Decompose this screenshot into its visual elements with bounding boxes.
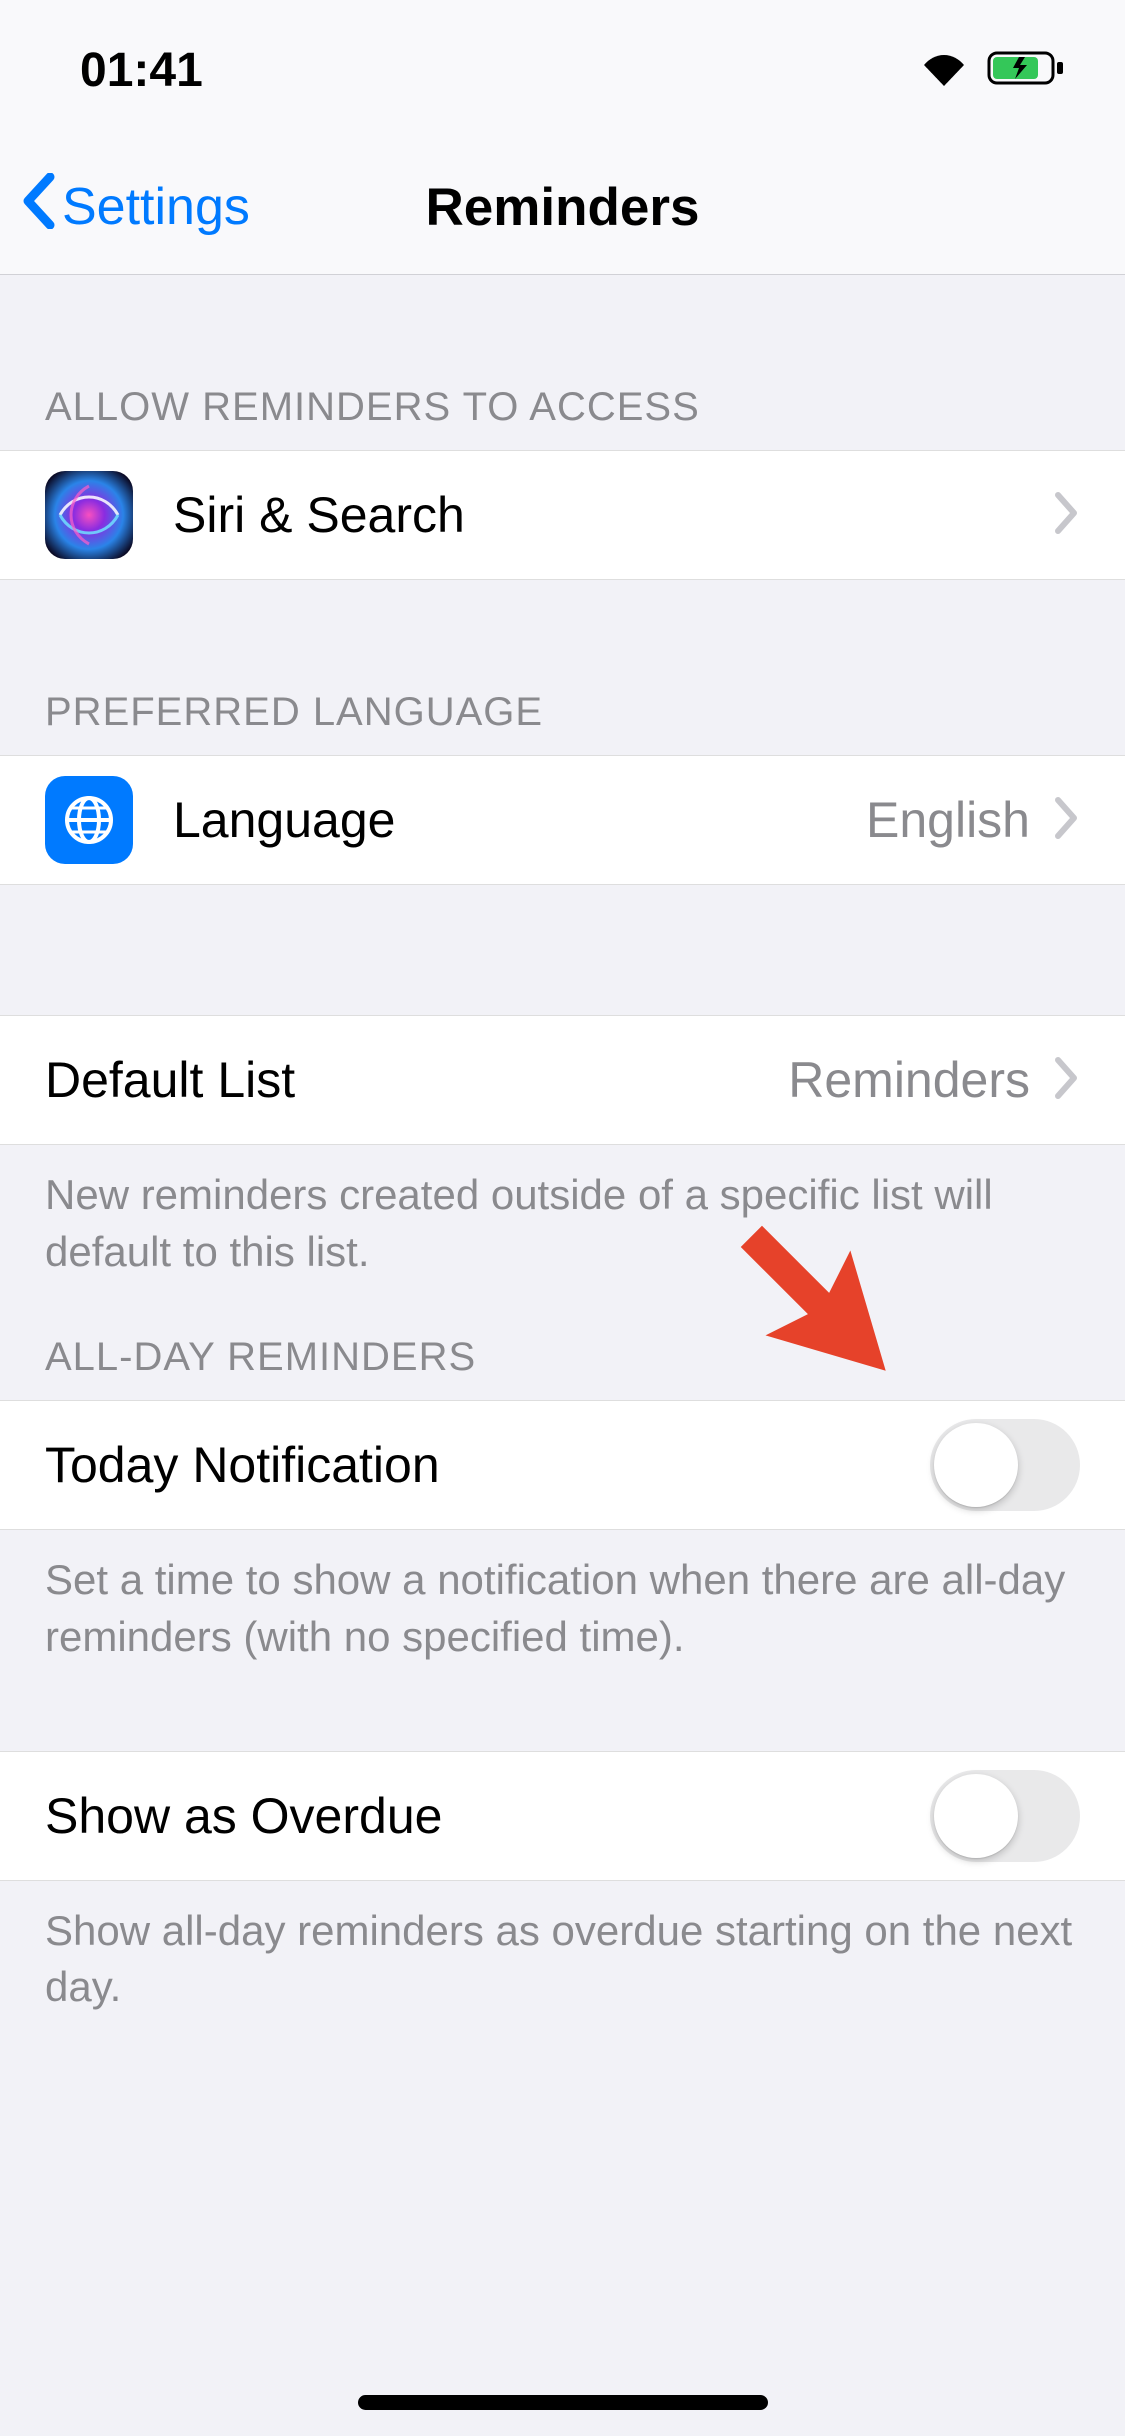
row-default-list-value: Reminders (788, 1051, 1030, 1109)
today-notification-toggle[interactable] (930, 1419, 1080, 1511)
row-default-list-label: Default List (45, 1051, 788, 1109)
globe-icon (45, 776, 133, 864)
footer-default-list: New reminders created outside of a speci… (0, 1145, 1125, 1280)
home-indicator[interactable] (358, 2395, 768, 2410)
row-default-list[interactable]: Default List Reminders (0, 1015, 1125, 1145)
page-title: Reminders (426, 177, 700, 238)
chevron-right-icon (1054, 1056, 1080, 1105)
footer-today-notification: Set a time to show a notification when t… (0, 1530, 1125, 1665)
back-button[interactable]: Settings (20, 173, 250, 242)
row-today-notification: Today Notification (0, 1400, 1125, 1530)
status-time: 01:41 (80, 43, 203, 98)
back-label: Settings (62, 177, 250, 237)
status-icons (919, 49, 1065, 92)
wifi-icon (919, 49, 969, 92)
toggle-knob (934, 1423, 1018, 1507)
section-header-access: ALLOW REMINDERS TO ACCESS (0, 385, 1125, 450)
row-siri-search[interactable]: Siri & Search (0, 450, 1125, 580)
row-language[interactable]: Language English (0, 755, 1125, 885)
chevron-right-icon (1054, 796, 1080, 845)
row-show-overdue: Show as Overdue (0, 1751, 1125, 1881)
show-overdue-toggle[interactable] (930, 1770, 1080, 1862)
battery-charging-icon (987, 49, 1065, 92)
section-header-language: PREFERRED LANGUAGE (0, 690, 1125, 755)
status-bar: 01:41 (0, 0, 1125, 140)
row-show-overdue-label: Show as Overdue (45, 1787, 930, 1845)
row-language-value: English (866, 791, 1030, 849)
navigation-bar: Settings Reminders (0, 140, 1125, 275)
row-siri-label: Siri & Search (173, 486, 1054, 544)
chevron-left-icon (20, 173, 56, 242)
section-header-allday: ALL-DAY REMINDERS (0, 1335, 1125, 1400)
chevron-right-icon (1054, 491, 1080, 540)
toggle-knob (934, 1774, 1018, 1858)
row-today-notification-label: Today Notification (45, 1436, 930, 1494)
footer-show-overdue: Show all-day reminders as overdue starti… (0, 1881, 1125, 2016)
siri-icon (45, 471, 133, 559)
row-language-label: Language (173, 791, 866, 849)
